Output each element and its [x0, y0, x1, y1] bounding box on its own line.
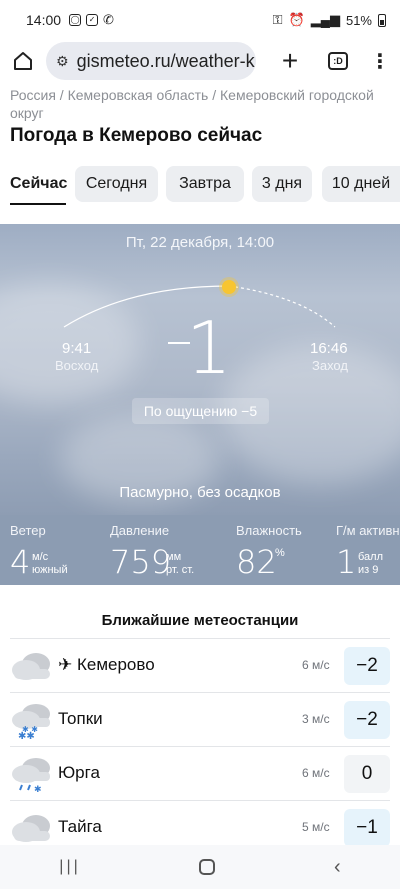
- station-name: Тайга: [58, 817, 102, 836]
- metric-value: 1: [336, 543, 357, 581]
- home-icon: [14, 52, 32, 70]
- svg-text:✱: ✱: [34, 785, 42, 795]
- sun-icon: [222, 280, 236, 294]
- cloudy-icon: [12, 815, 50, 842]
- metric-extra: рт. ст.: [166, 564, 195, 576]
- home-nav-button[interactable]: [199, 859, 216, 875]
- viber-icon: ✆: [103, 12, 114, 27]
- system-nav-bar: ||| ‹: [0, 845, 400, 889]
- sunrise-label: Восход: [55, 358, 99, 373]
- tab-10-days[interactable]: 10 дней: [322, 166, 400, 202]
- station-wind: 5 м/с: [302, 820, 330, 834]
- station-temp: −2: [344, 647, 390, 685]
- metric-unit: м/с: [32, 551, 49, 563]
- battery-icon: [378, 13, 386, 27]
- site-settings-icon[interactable]: ⚙: [56, 53, 69, 70]
- breadcrumb-region[interactable]: Кемеровская область: [68, 87, 209, 103]
- cloud-snow-icon: ✱✱ ✱ ✱: [12, 704, 50, 741]
- metric-value: 4: [10, 543, 31, 581]
- station-row[interactable]: ✱✱ ✱ ✱ Топки 3 м/с −2: [10, 692, 390, 746]
- station-temp: −1: [344, 809, 390, 845]
- metric-extra: южный: [32, 564, 68, 576]
- metric-unit: %: [275, 547, 285, 559]
- new-tab-button[interactable]: +: [264, 45, 316, 77]
- cloudy-icon: [12, 653, 50, 680]
- station-temp: −2: [344, 701, 390, 739]
- notification-icon: ◯: [69, 14, 82, 26]
- metric-label: Давление: [110, 523, 170, 538]
- tabs-button[interactable]: :D: [328, 52, 348, 70]
- sunset-label: Заход: [312, 358, 348, 373]
- page-title: Погода в Кемерово сейчас: [10, 125, 263, 146]
- current-weather-panel: Пт, 22 декабря, 14:00 9:41 Восход 16:46 …: [0, 224, 400, 515]
- station-wind: 3 м/с: [302, 712, 330, 726]
- metric-pressure: Давление 759 мм рт. ст.: [110, 523, 194, 581]
- metric-extra: из 9: [358, 564, 379, 576]
- tab-today[interactable]: Сегодня: [75, 166, 158, 202]
- sunset-time: 16:46: [310, 340, 348, 357]
- recents-button[interactable]: |||: [59, 858, 80, 876]
- breadcrumb-country[interactable]: Россия: [10, 87, 56, 103]
- status-bar: 14:00 ◯ ✓ ✆ ⚿ ⏰ ▂▄▆ 51%: [0, 0, 400, 40]
- metric-value: 759: [110, 543, 172, 581]
- battery-text: 51%: [345, 12, 372, 28]
- current-temperature: 1: [186, 306, 232, 390]
- period-tabs: Сейчас Сегодня Завтра 3 дня 10 дней: [0, 166, 400, 206]
- status-time: 14:00: [26, 12, 62, 28]
- station-row[interactable]: ✈ Кемерово 6 м/с −2: [10, 638, 390, 692]
- station-name: ✈ Кемерово: [58, 655, 155, 674]
- tab-tomorrow[interactable]: Завтра: [166, 166, 244, 202]
- cloud-sleet-icon: ✱: [12, 758, 50, 795]
- sunrise-time: 9:41: [62, 340, 92, 357]
- metric-geomagnetic: Г/м активность 1 балл из 9: [336, 523, 400, 581]
- feels-like: По ощущению −5: [132, 398, 269, 424]
- menu-button[interactable]: ⋮: [360, 49, 400, 74]
- metric-label: Влажность: [236, 523, 302, 538]
- key-icon: ⚿: [272, 12, 283, 27]
- browser-toolbar: ⚙ gismeteo.ru/weather-k + :D ⋮: [0, 40, 400, 82]
- metric-value: 82: [236, 543, 277, 581]
- metric-label: Ветер: [10, 523, 46, 538]
- station-name: Юрга: [58, 763, 100, 782]
- home-button[interactable]: [0, 40, 46, 82]
- station-row[interactable]: Тайга 5 м/с −1: [10, 800, 390, 845]
- metric-unit: балл: [358, 551, 384, 563]
- station-row[interactable]: ✱ Юрга 6 м/с 0: [10, 746, 390, 800]
- station-wind: 6 м/с: [302, 658, 330, 672]
- metric-unit: мм: [166, 551, 182, 563]
- check-icon: ✓: [86, 14, 99, 26]
- tab-3-days[interactable]: 3 дня: [252, 166, 312, 202]
- stations-title: Ближайшие метеостанции: [101, 612, 299, 629]
- tab-now[interactable]: Сейчас: [10, 166, 67, 205]
- alarm-icon: ⏰: [288, 12, 305, 27]
- station-name: Топки: [58, 709, 103, 728]
- url-text: gismeteo.ru/weather-k: [76, 50, 255, 71]
- weather-condition: Пасмурно, без осадков: [119, 484, 281, 501]
- weather-metrics: Ветер 4 м/с южный Давление 759 мм рт. ст…: [0, 515, 400, 585]
- metric-wind: Ветер 4 м/с южный: [10, 523, 68, 581]
- signal-icon: ▂▄▆: [310, 12, 340, 27]
- breadcrumb: Россия / Кемеровская область / Кемеровск…: [10, 87, 374, 121]
- svg-text:✱ ✱: ✱ ✱: [22, 725, 38, 734]
- station-wind: 6 м/с: [302, 766, 330, 780]
- back-button[interactable]: ‹: [334, 856, 341, 879]
- station-temp: 0: [344, 755, 390, 793]
- address-bar[interactable]: ⚙ gismeteo.ru/weather-k: [46, 42, 256, 80]
- metric-label: Г/м активность: [336, 523, 400, 538]
- metric-humidity: Влажность 82 %: [236, 523, 302, 581]
- nearby-stations: Ближайшие метеостанции ✈ Кемерово 6 м/с …: [0, 600, 400, 845]
